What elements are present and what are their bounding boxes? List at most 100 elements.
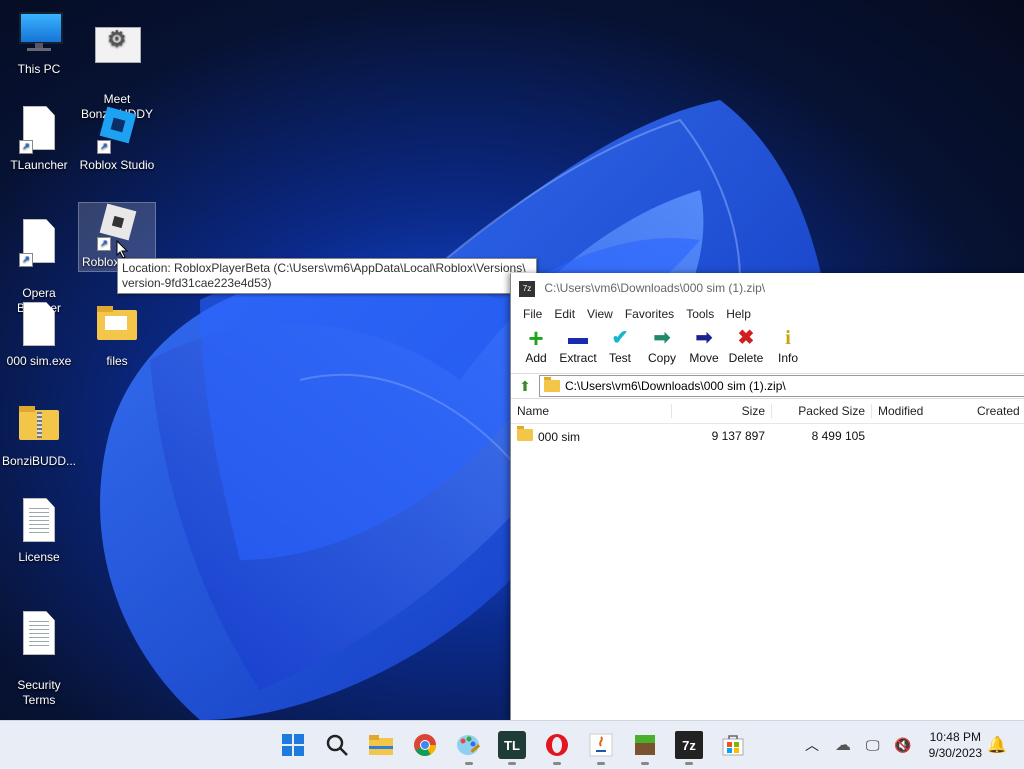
taskbar-7zip[interactable]: 7z [675, 731, 703, 765]
list-item[interactable]: 000 sim 9 137 897 8 499 105 [511, 425, 1024, 446]
monitor-icon [15, 10, 63, 58]
menu-favorites[interactable]: Favorites [619, 307, 680, 321]
column-header-size[interactable]: Size [671, 404, 771, 418]
info-button[interactable]: i Info [767, 325, 809, 373]
speaker-muted-icon: 🔇 [894, 736, 912, 753]
item-name: 000 sim [538, 429, 581, 444]
running-indicator [641, 762, 649, 765]
shortcut-arrow-icon: ↗ [19, 253, 33, 267]
desktop-icon-label: This PC [17, 62, 61, 76]
zip-folder-icon [544, 377, 560, 392]
desktop-icon-label: BonziBUDD... [1, 454, 77, 468]
up-folder-button[interactable]: ⬆ [511, 378, 539, 395]
onedrive-tray[interactable]: ☁ [835, 721, 851, 769]
desktop-icon-label: files [106, 354, 128, 368]
copy-button[interactable]: ➡ Copy [641, 325, 683, 373]
taskbar-java[interactable] [587, 731, 615, 765]
address-text: C:\Users\vm6\Downloads\000 sim (1).zip\ [565, 379, 786, 393]
move-arrow-icon: ➡ [695, 327, 713, 349]
notifications-button[interactable]: 🔔 [987, 721, 1007, 769]
extract-label: Extract [559, 351, 597, 365]
running-indicator [465, 762, 473, 765]
info-label: Info [777, 351, 798, 365]
running-indicator [685, 762, 693, 765]
column-header-created[interactable]: Created [971, 404, 1024, 418]
menu-view[interactable]: View [581, 307, 619, 321]
menu-file[interactable]: File [517, 307, 548, 321]
desktop-icon-roblox-studio[interactable]: ↗ Roblox Studio [79, 106, 155, 173]
info-icon: i [785, 327, 791, 349]
column-header-modified[interactable]: Modified [871, 404, 971, 418]
paint-icon [457, 735, 481, 755]
column-header-packed-size[interactable]: Packed Size [771, 404, 871, 418]
menu-tools[interactable]: Tools [680, 307, 720, 321]
test-button[interactable]: ✔ Test [599, 325, 641, 373]
delete-label: Delete [728, 351, 764, 365]
taskbar-microsoft-store[interactable] [719, 731, 747, 759]
title-bar[interactable]: 7z C:\Users\vm6\Downloads\000 sim (1).zi… [511, 273, 1024, 303]
network-tray[interactable]: 🖵 [866, 721, 880, 769]
zip-folder-icon [15, 402, 63, 450]
desktop-icon-license[interactable]: License [1, 498, 77, 565]
item-size: 9 137 897 [711, 429, 765, 443]
running-indicator [508, 762, 516, 765]
clock-date: 9/30/2023 [928, 746, 982, 760]
taskbar-chrome[interactable] [411, 731, 439, 759]
clock-time: 10:48 PM [929, 730, 981, 744]
desktop-icon-000-sim-exe[interactable]: 000 sim.exe [1, 302, 77, 369]
desktop-icon-this-pc[interactable]: This PC [1, 10, 77, 77]
add-label: Add [525, 351, 547, 365]
taskbar-file-explorer[interactable] [367, 731, 395, 759]
menu-help[interactable]: Help [720, 307, 757, 321]
desktop-icon-label: TLauncher [10, 158, 68, 172]
bell-icon: 🔔 [987, 737, 1007, 754]
column-header-name[interactable]: Name [511, 404, 671, 418]
java-icon [589, 733, 613, 757]
copy-label: Copy [647, 351, 676, 365]
7zip-app-icon: 7z [519, 280, 535, 297]
taskbar-opera[interactable] [543, 731, 571, 765]
move-label: Move [689, 351, 719, 365]
opera-icon [546, 734, 568, 756]
desktop-icon-bonzibuddy-zip[interactable]: BonziBUDD... [1, 402, 77, 469]
start-button[interactable] [279, 731, 307, 759]
taskbar-tlauncher[interactable]: TL [498, 731, 526, 765]
search-icon [326, 734, 348, 756]
desktop-icon-files[interactable]: files [79, 302, 155, 369]
shortcut-arrow-icon: ↗ [97, 237, 111, 251]
window-title: C:\Users\vm6\Downloads\000 sim (1).zip\ [544, 281, 766, 295]
address-input[interactable]: C:\Users\vm6\Downloads\000 sim (1).zip\ [539, 375, 1024, 397]
clock[interactable]: 10:48 PM 9/30/2023 [929, 729, 982, 761]
menu-edit[interactable]: Edit [548, 307, 581, 321]
cloud-icon: ☁ [835, 737, 851, 754]
file-icon [15, 302, 63, 350]
desktop-icon-label: License [18, 550, 60, 564]
copy-arrow-icon: ➡ [653, 327, 671, 349]
folder-icon [93, 302, 141, 350]
column-headers: Name Size Packed Size Modified Created [511, 399, 1024, 424]
desktop-icon-security-terms[interactable]: Security Terms [1, 596, 77, 723]
item-packed-size: 8 499 105 [811, 429, 865, 443]
taskbar-minecraft[interactable] [631, 731, 659, 765]
tooltip-line-1: Location: RobloxPlayerBeta (C:\Users\vm6… [122, 261, 526, 275]
text-file-icon [15, 498, 63, 546]
test-label: Test [608, 351, 631, 365]
desktop-icon-tlauncher[interactable]: ↗ TLauncher [1, 106, 77, 173]
minecraft-icon [635, 735, 655, 755]
move-button[interactable]: ➡ Move [683, 325, 725, 373]
search-button[interactable] [323, 731, 351, 759]
taskbar-paint[interactable] [455, 731, 483, 765]
extract-button[interactable]: ▬ Extract [557, 325, 599, 373]
delete-button[interactable]: ✖ Delete [725, 325, 767, 373]
chevron-up-icon: ︿ [805, 737, 819, 753]
address-bar: ⬆ C:\Users\vm6\Downloads\000 sim (1).zip… [511, 373, 1024, 399]
mouse-cursor-icon [116, 240, 129, 259]
show-hidden-icons-button[interactable]: ︿ [805, 721, 819, 769]
up-arrow-icon: ⬆ [519, 377, 531, 394]
desktop-icon-label: Security Terms [17, 678, 61, 707]
shortcut-arrow-icon: ↗ [19, 140, 33, 154]
add-button[interactable]: + Add [515, 325, 557, 373]
store-icon [722, 735, 744, 756]
volume-tray[interactable]: 🔇 [894, 721, 911, 769]
file-icon: ↗ [15, 106, 63, 154]
